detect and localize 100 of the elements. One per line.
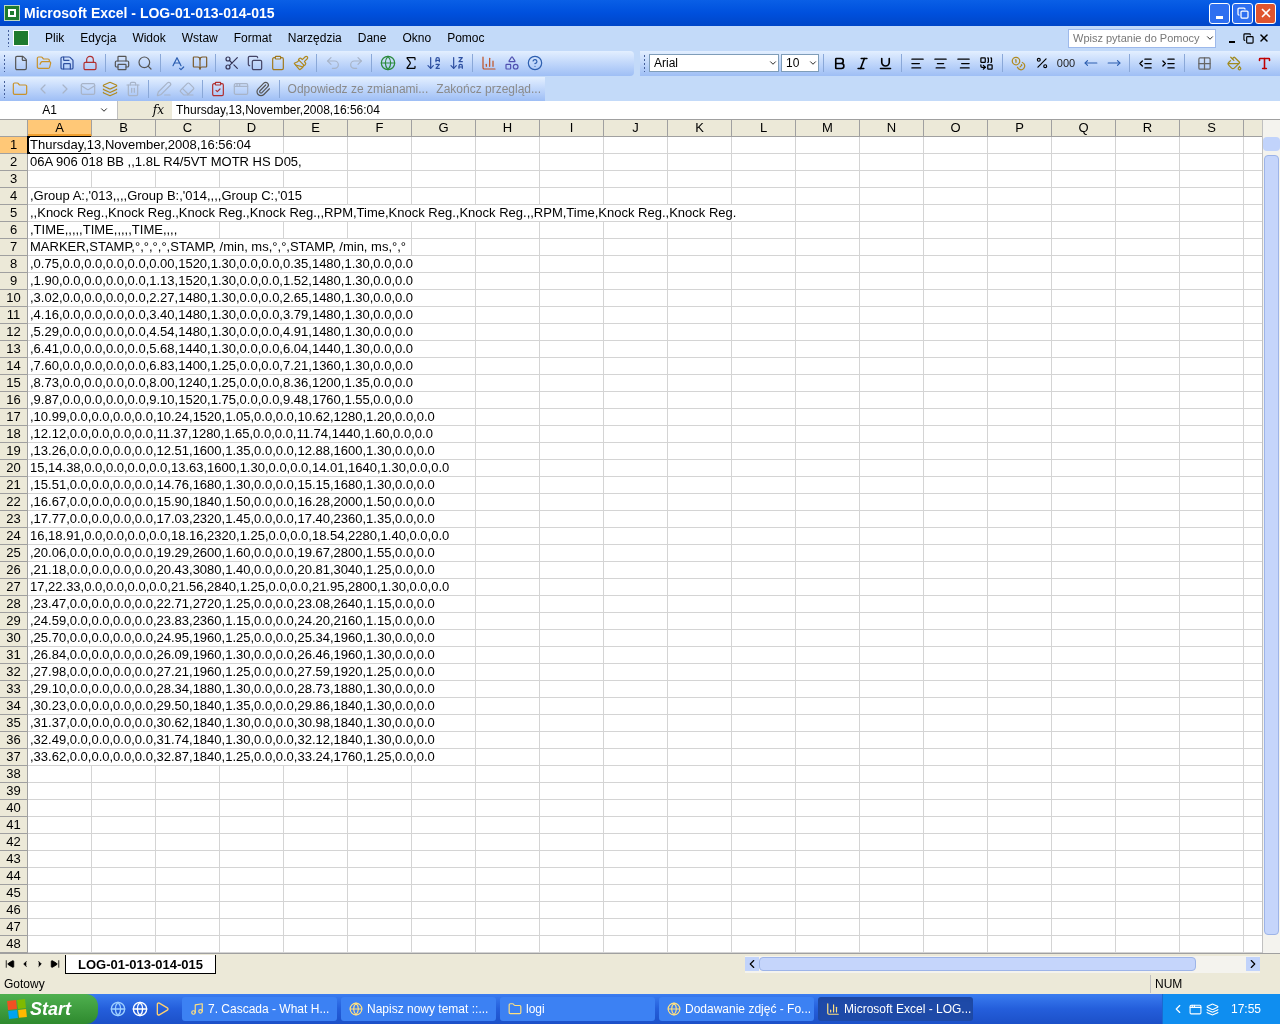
horizontal-scrollbar[interactable] (745, 955, 1260, 973)
column-header[interactable]: A (28, 120, 92, 136)
row-header[interactable]: 29 (0, 613, 28, 630)
column-header[interactable]: D (220, 120, 284, 136)
row-header[interactable]: 8 (0, 256, 28, 273)
row-header[interactable]: 5 (0, 205, 28, 222)
menu-item[interactable]: Narzędzia (279, 29, 350, 47)
row-header[interactable]: 2 (0, 154, 28, 171)
column-header[interactable]: B (92, 120, 156, 136)
restore-button[interactable] (1232, 2, 1253, 24)
row-header[interactable]: 43 (0, 851, 28, 868)
column-header[interactable]: N (860, 120, 924, 136)
sheet-tab[interactable]: LOG-01-013-014-015 (65, 954, 216, 974)
column-header[interactable]: H (476, 120, 540, 136)
row-header[interactable]: 20 (0, 460, 28, 477)
row-header[interactable]: 23 (0, 511, 28, 528)
font-size-field[interactable]: 10 (781, 54, 819, 72)
column-header[interactable]: J (604, 120, 668, 136)
row-header[interactable]: 22 (0, 494, 28, 511)
menu-item[interactable]: Format (225, 29, 280, 47)
row-header[interactable]: 31 (0, 647, 28, 664)
row-header[interactable]: 44 (0, 868, 28, 885)
cell-grid[interactable] (28, 137, 1262, 953)
row-header[interactable]: 14 (0, 358, 28, 375)
row-header[interactable]: 47 (0, 919, 28, 936)
font-field[interactable]: Arial (649, 54, 779, 72)
taskbar-button[interactable]: 7. Cascada - What H... (182, 997, 337, 1021)
tray-app-icon[interactable] (1206, 1002, 1219, 1016)
row-header[interactable]: 38 (0, 766, 28, 783)
column-header[interactable]: L (732, 120, 796, 136)
menu-item[interactable]: Edycja (72, 29, 125, 47)
column-header[interactable]: I (540, 120, 604, 136)
menu-item[interactable]: Widok (124, 29, 174, 47)
taskbar-button[interactable]: Napisz nowy temat ::... (341, 997, 496, 1021)
column-header[interactable]: E (284, 120, 348, 136)
row-header[interactable]: 48 (0, 936, 28, 953)
column-header[interactable]: S (1180, 120, 1244, 136)
column-header[interactable]: M (796, 120, 860, 136)
browser-icon[interactable] (110, 1001, 126, 1017)
menu-item[interactable]: Wstaw (173, 29, 226, 47)
comma-style-button[interactable]: 000 (1053, 52, 1079, 74)
row-header[interactable]: 33 (0, 681, 28, 698)
row-header[interactable]: 40 (0, 800, 28, 817)
menu-item[interactable]: Dane (349, 29, 395, 47)
column-header[interactable]: K (668, 120, 732, 136)
help-search-field[interactable]: Wpisz pytanie do Pomocy (1068, 28, 1216, 48)
column-header[interactable]: Q (1052, 120, 1116, 136)
close-button[interactable] (1255, 2, 1276, 24)
column-header[interactable]: G (412, 120, 476, 136)
row-header[interactable]: 46 (0, 902, 28, 919)
tab-scroll-button[interactable] (4, 959, 16, 969)
row-header[interactable]: 24 (0, 528, 28, 545)
insert-function-button[interactable]: fx (118, 101, 172, 119)
column-header[interactable]: R (1116, 120, 1180, 136)
row-header[interactable]: 27 (0, 579, 28, 596)
menu-item[interactable]: Plik (37, 29, 73, 47)
row-header[interactable]: 37 (0, 749, 28, 766)
taskbar-button[interactable]: Dodawanie zdjęć - Fo... (659, 997, 814, 1021)
row-header[interactable]: 34 (0, 698, 28, 715)
formula-field[interactable]: Thursday,13,November,2008,16:56:04 (172, 101, 1280, 119)
menu-item[interactable]: Pomoc (439, 29, 493, 47)
row-header[interactable]: 7 (0, 239, 28, 256)
taskbar-button[interactable]: logi (500, 997, 655, 1021)
row-header[interactable]: 32 (0, 664, 28, 681)
column-header[interactable]: F (348, 120, 412, 136)
row-header[interactable]: 16 (0, 392, 28, 409)
tab-scroll-button[interactable] (49, 959, 61, 969)
row-header[interactable]: 4 (0, 188, 28, 205)
vertical-scrollbar[interactable] (1262, 120, 1280, 953)
row-header[interactable]: 26 (0, 562, 28, 579)
row-header[interactable]: 30 (0, 630, 28, 647)
row-header[interactable]: 21 (0, 477, 28, 494)
row-header[interactable]: 9 (0, 273, 28, 290)
row-header[interactable]: 39 (0, 783, 28, 800)
row-header[interactable]: 35 (0, 715, 28, 732)
row-header[interactable]: 18 (0, 426, 28, 443)
row-header[interactable]: 36 (0, 732, 28, 749)
row-header[interactable]: 42 (0, 834, 28, 851)
row-header[interactable]: 15 (0, 375, 28, 392)
column-header[interactable]: O (924, 120, 988, 136)
row-header[interactable]: 19 (0, 443, 28, 460)
row-header[interactable]: 11 (0, 307, 28, 324)
row-header[interactable]: 1 (0, 137, 28, 154)
row-header[interactable]: 6 (0, 222, 28, 239)
row-header[interactable]: 10 (0, 290, 28, 307)
row-header[interactable]: 12 (0, 324, 28, 341)
menu-item[interactable]: Okno (394, 29, 440, 47)
restore-workbook-button[interactable] (1240, 30, 1256, 46)
row-header[interactable]: 45 (0, 885, 28, 902)
minimize-button[interactable] (1209, 2, 1230, 24)
row-header[interactable]: 3 (0, 171, 28, 188)
column-header[interactable]: C (156, 120, 220, 136)
row-header[interactable]: 25 (0, 545, 28, 562)
column-header[interactable]: P (988, 120, 1052, 136)
row-header[interactable]: 17 (0, 409, 28, 426)
row-header[interactable]: 28 (0, 596, 28, 613)
taskbar-button[interactable]: Microsoft Excel - LOG... (818, 997, 973, 1021)
row-header[interactable]: 41 (0, 817, 28, 834)
media-icon[interactable] (154, 1001, 170, 1017)
row-header[interactable]: 13 (0, 341, 28, 358)
